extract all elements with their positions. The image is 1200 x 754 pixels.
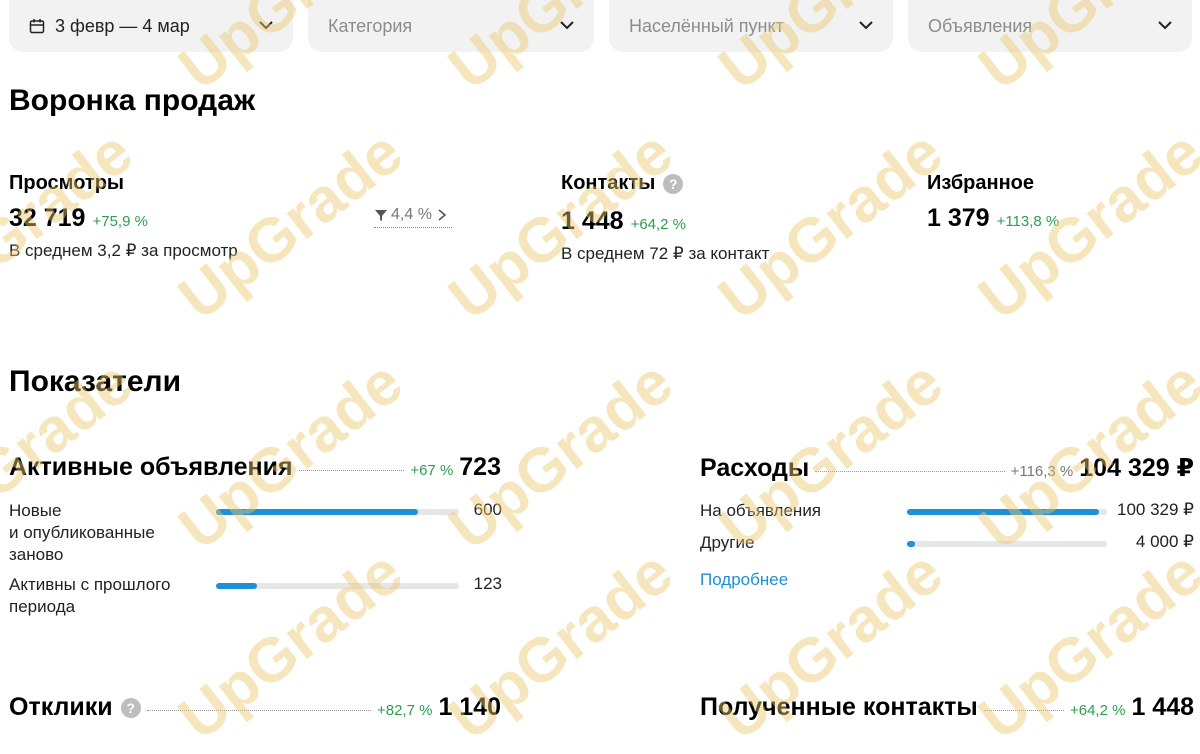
expenses-row-value: 100 329 ₽: [1117, 500, 1194, 519]
dotted-leader: [983, 710, 1064, 711]
contacts-change: +64,2 %: [630, 216, 687, 233]
contacts-value: 1 448: [561, 207, 624, 235]
metrics-title: Показатели: [9, 365, 182, 398]
expenses-change: +116,3 %: [1010, 463, 1074, 480]
progress-fill: [216, 583, 258, 589]
active-ads-value: 723: [459, 453, 501, 481]
expenses-header: Расходы +116,3 % 104 329 ₽: [700, 453, 1194, 483]
conversion-link[interactable]: 4,4 %: [374, 206, 452, 228]
help-icon[interactable]: ?: [663, 173, 684, 194]
active-ads-header: Активные объявления +67 % 723: [9, 453, 501, 482]
favorites-value: 1 379: [927, 204, 990, 232]
favorites-metric: 1 379 +113,8 %: [927, 204, 1059, 233]
help-icon[interactable]: ?: [120, 697, 141, 718]
progress-fill: [216, 509, 418, 515]
ads-placeholder: Объявления: [928, 15, 1033, 36]
progress-track: [216, 509, 459, 515]
expenses-details-link[interactable]: Подробнее: [700, 570, 788, 590]
chevron-down-icon: [259, 21, 273, 30]
calendar-icon: [29, 19, 45, 34]
favorites-change: +113,8 %: [996, 213, 1060, 230]
chevron-down-icon: [560, 21, 574, 30]
progress-fill: [907, 541, 915, 547]
views-change: +75,9 %: [92, 213, 148, 230]
responses-change: +82,7 %: [376, 702, 433, 719]
favorites-label: Избранное: [927, 172, 1035, 194]
active-ads-row-value: 600: [473, 500, 502, 519]
active-ads-label: Активные объявления: [9, 453, 293, 481]
views-metric: 32 719 +75,9 %: [9, 204, 148, 233]
dotted-leader: [298, 470, 405, 471]
expenses-value: 104 329 ₽: [1079, 454, 1194, 482]
funnel-icon: [375, 210, 387, 221]
dotted-leader: [815, 471, 1005, 472]
received-contacts-change: +64,2 %: [1069, 702, 1126, 719]
active-ads-row-value: 123: [473, 574, 502, 593]
expenses-row-label: На объявления: [700, 501, 822, 520]
progress-track: [907, 509, 1107, 515]
expenses-row-value: 4 000 ₽: [1135, 532, 1194, 551]
contacts-metric: 1 448 +64,2 %: [561, 207, 686, 236]
received-contacts-header: Полученные контакты +64,2 % 1 448: [700, 693, 1194, 722]
responses-header: Отклики ? +82,7 % 1 140: [9, 693, 501, 722]
conversion-value: 4,4 %: [391, 206, 432, 223]
chevron-down-icon: [1158, 21, 1172, 30]
received-contacts-label: Полученные контакты: [700, 693, 978, 721]
expenses-row-label: Другие: [700, 533, 755, 552]
date-range-value: 3 февр — 4 мар: [55, 15, 190, 36]
city-placeholder: Населённый пункт: [629, 15, 784, 36]
active-ads-row-label: Активны с прошлого периода: [9, 575, 171, 616]
category-filter[interactable]: Категория: [308, 0, 594, 52]
views-label: Просмотры: [9, 172, 125, 194]
expenses-label: Расходы: [700, 454, 810, 482]
dotted-leader: [146, 710, 371, 711]
responses-label: Отклики: [9, 693, 113, 721]
contacts-label-row: Контакты ?: [561, 172, 684, 195]
funnel-title: Воронка продаж: [9, 84, 256, 117]
progress-track: [907, 541, 1107, 547]
active-ads-row-label: Новые и опубликованные заново: [9, 501, 155, 564]
views-note: В среднем 3,2 ₽ за просмотр: [9, 241, 238, 260]
category-placeholder: Категория: [328, 15, 413, 36]
chevron-down-icon: [859, 21, 873, 30]
date-range-filter[interactable]: 3 февр — 4 мар: [9, 0, 293, 52]
active-ads-change: +67 %: [410, 462, 454, 479]
views-value: 32 719: [9, 204, 86, 232]
responses-value: 1 140: [438, 693, 501, 721]
received-contacts-value: 1 448: [1131, 693, 1194, 721]
contacts-note: В среднем 72 ₽ за контакт: [561, 244, 770, 263]
watermark: UpGrade: [706, 117, 956, 334]
progress-fill: [907, 509, 1099, 515]
ads-filter[interactable]: Объявления: [908, 0, 1192, 52]
chevron-right-icon: [438, 209, 447, 221]
city-filter[interactable]: Населённый пункт: [609, 0, 893, 52]
contacts-label: Контакты: [561, 172, 656, 194]
progress-track: [216, 583, 459, 589]
